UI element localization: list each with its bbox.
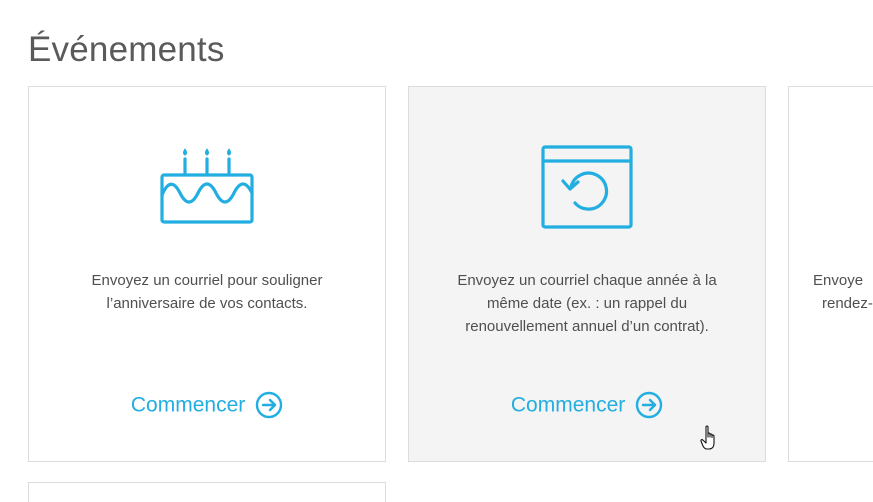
birthday-cake-icon	[160, 148, 254, 224]
card-bottom-partial[interactable]	[28, 482, 386, 502]
card-birthday[interactable]: Envoyez un courriel pour souligner l’ann…	[28, 86, 386, 462]
card-partial-line-2: rendez-	[822, 295, 873, 312]
card-annual-date[interactable]: Envoyez un courriel chaque année à la mê…	[408, 86, 766, 462]
start-button-label: Commencer	[130, 393, 246, 417]
card-partial[interactable]: Envoye rendez-	[788, 86, 873, 462]
card-birthday-start-button[interactable]: Commencer	[29, 391, 385, 419]
events-page: Événements Envoyez un courriel pour soul…	[0, 0, 873, 502]
calendar-recurring-icon	[541, 145, 633, 229]
card-annual-date-description: Envoyez un courriel chaque année à la mê…	[457, 272, 717, 335]
start-button-label: Commencer	[510, 393, 626, 417]
card-partial-line-1: Envoye	[813, 272, 864, 289]
card-partial-description: Envoye rendez-	[813, 269, 873, 315]
card-annual-date-start-button[interactable]: Commencer	[409, 391, 765, 419]
arrow-right-circle-icon	[255, 392, 283, 419]
page-title: Événements	[28, 30, 225, 69]
card-birthday-description: Envoyez un courriel pour souligner l’ann…	[91, 272, 323, 312]
hand-pointer-cursor-icon	[700, 425, 715, 450]
arrow-right-circle-icon	[635, 392, 663, 419]
